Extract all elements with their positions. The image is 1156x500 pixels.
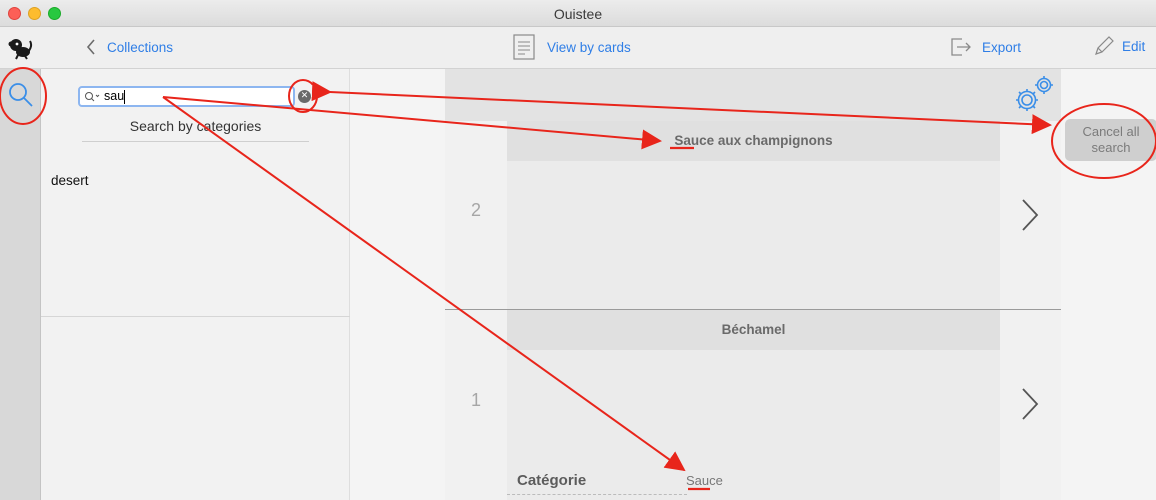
back-button[interactable]: Collections: [85, 38, 173, 56]
settings-button[interactable]: [1013, 74, 1057, 119]
edit-button[interactable]: Edit: [1093, 35, 1145, 57]
category-field-value: Sauce: [686, 473, 723, 488]
window-title: Ouistee: [553, 6, 603, 22]
card-body: [507, 161, 1000, 309]
category-item[interactable]: desert: [51, 173, 89, 188]
chevron-left-icon: [86, 39, 95, 55]
search-icon: [9, 83, 33, 107]
search-by-categories-button[interactable]: Search by categories: [82, 118, 309, 142]
field-underline: [507, 494, 687, 495]
right-column: Cancel all search: [1061, 69, 1156, 500]
card-title: Béchamel: [507, 310, 1000, 350]
chevron-right-icon: [1022, 199, 1039, 231]
export-label: Export: [982, 39, 1022, 55]
search-panel: sau ✕ Search by categories desert: [41, 69, 350, 500]
gutter: [350, 69, 445, 500]
edit-label: Edit: [1122, 38, 1146, 54]
monkey-logo-icon: [8, 36, 34, 60]
search-input[interactable]: sau: [78, 86, 295, 107]
search-icon: [85, 92, 100, 102]
list-card-icon: [513, 34, 535, 60]
card-open-button[interactable]: [1000, 121, 1061, 309]
pencil-icon: [1095, 36, 1114, 55]
text-caret: [124, 90, 125, 104]
panel-divider: [41, 316, 350, 317]
view-by-cards-button[interactable]: View by cards: [513, 34, 631, 60]
search-toggle-button[interactable]: [7, 81, 35, 114]
card-number: 1: [470, 390, 481, 410]
category-field-label: Catégorie: [517, 472, 587, 489]
export-icon: [951, 38, 971, 56]
view-by-cards-label: View by cards: [547, 39, 631, 55]
back-label: Collections: [107, 39, 174, 55]
title-bar: Ouistee: [0, 0, 1156, 27]
cancel-all-search-button[interactable]: Cancel all search: [1065, 119, 1156, 161]
cards-header: [445, 69, 1061, 121]
card-open-button[interactable]: [1000, 310, 1061, 500]
cards-area: 2 Sauce aux champignons 1 Béchamel Catég…: [445, 69, 1061, 500]
clear-search-button[interactable]: ✕: [298, 90, 311, 103]
gears-icon: [1016, 76, 1053, 111]
left-rail: [0, 69, 41, 500]
card-title: Sauce aux champignons: [507, 121, 1000, 161]
toolbar: Collections View by cards Export Edit: [0, 27, 1156, 69]
export-button[interactable]: Export: [950, 37, 1021, 57]
search-query: sau: [104, 89, 125, 103]
chevron-right-icon: [1022, 388, 1039, 420]
card-number: 2: [470, 200, 481, 220]
